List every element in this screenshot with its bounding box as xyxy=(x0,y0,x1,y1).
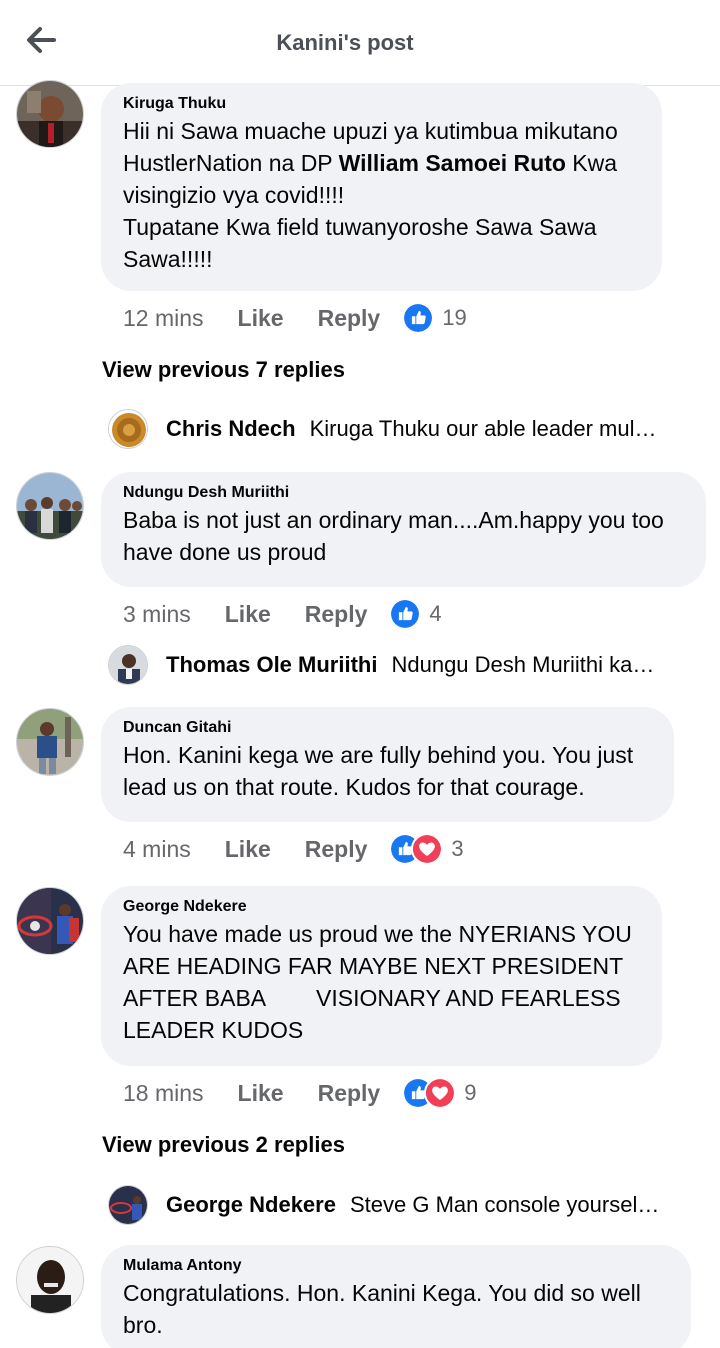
comment-text: Congratulations. Hon. Kanini Kega. You d… xyxy=(123,1280,641,1338)
comment-actions: 4 mins Like Reply 3 xyxy=(123,833,464,865)
reaction-count: 3 xyxy=(451,836,464,861)
comment-time[interactable]: 12 mins xyxy=(123,305,204,332)
love-icon xyxy=(411,833,444,865)
reply-button[interactable]: Reply xyxy=(305,601,368,628)
view-previous-replies[interactable]: View previous 7 replies xyxy=(102,357,345,383)
comment-time[interactable]: 4 mins xyxy=(123,836,191,863)
comment-text: Baba is not just an ordinary man....Am.h… xyxy=(123,507,664,565)
comment-text: Hon. Kanini kega we are fully behind you… xyxy=(123,742,634,800)
collapsed-reply[interactable]: George Ndekere Steve G Man console yours… xyxy=(108,1185,688,1225)
comment-actions: 18 mins Like Reply 9 xyxy=(123,1077,476,1109)
comment-author[interactable]: Mulama Antony xyxy=(123,1257,669,1275)
comment-bubble[interactable]: George Ndekere You have made us proud we… xyxy=(101,886,662,1066)
reply-author[interactable]: Thomas Ole Muriithi xyxy=(166,652,377,678)
love-icon xyxy=(424,1077,457,1109)
top-bar: Kanini's post xyxy=(0,0,720,86)
view-previous-replies[interactable]: View previous 2 replies xyxy=(102,1132,345,1158)
avatar[interactable] xyxy=(16,887,84,955)
avatar[interactable] xyxy=(108,409,148,449)
reply-button[interactable]: Reply xyxy=(318,305,381,332)
comment-author[interactable]: Ndungu Desh Muriithi xyxy=(123,484,684,502)
reply-author[interactable]: Chris Ndech xyxy=(166,416,296,442)
comment-bubble[interactable]: Mulama Antony Congratulations. Hon. Kani… xyxy=(101,1245,691,1348)
collapsed-reply[interactable]: Thomas Ole Muriithi Ndungu Desh Muriithi… xyxy=(108,645,688,685)
reactions-summary[interactable]: 4 xyxy=(389,598,442,630)
avatar[interactable] xyxy=(108,1185,148,1225)
reactions-summary[interactable]: 9 xyxy=(402,1077,476,1109)
reply-preview: Steve G Man console yoursel… xyxy=(349,1192,660,1217)
comment-text: You have made us proud we the NYERIANS Y… xyxy=(123,921,637,1043)
mention-link[interactable]: William Samoei Ruto xyxy=(339,150,566,176)
like-button[interactable]: Like xyxy=(225,836,271,863)
avatar[interactable] xyxy=(16,1246,84,1314)
reaction-count: 19 xyxy=(442,305,467,330)
comment-actions: 3 mins Like Reply 4 xyxy=(123,598,442,630)
reply-preview: Kiruga Thuku our able leader mul… xyxy=(309,416,657,441)
reply-preview: Ndungu Desh Muriithi ka… xyxy=(391,652,655,677)
collapsed-reply[interactable]: Chris Ndech Kiruga Thuku our able leader… xyxy=(108,409,688,449)
comment-bubble[interactable]: Ndungu Desh Muriithi Baba is not just an… xyxy=(101,472,706,587)
comment-author[interactable]: Kiruga Thuku xyxy=(123,95,640,113)
avatar[interactable] xyxy=(16,80,84,148)
reply-author[interactable]: George Ndekere xyxy=(166,1192,336,1218)
avatar[interactable] xyxy=(16,472,84,540)
like-button[interactable]: Like xyxy=(238,305,284,332)
like-icon xyxy=(389,598,422,630)
comment-actions: 12 mins Like Reply 19 xyxy=(123,302,467,334)
comment-author[interactable]: Duncan Gitahi xyxy=(123,719,652,737)
comment-bubble[interactable]: Duncan Gitahi Hon. Kanini kega we are fu… xyxy=(101,707,674,822)
like-icon xyxy=(402,302,435,334)
comment-author[interactable]: George Ndekere xyxy=(123,898,640,916)
reaction-count: 4 xyxy=(429,601,442,626)
comment-time[interactable]: 3 mins xyxy=(123,601,191,628)
avatar[interactable] xyxy=(16,708,84,776)
reactions-summary[interactable]: 3 xyxy=(389,833,464,865)
reactions-summary[interactable]: 19 xyxy=(402,302,467,334)
reply-button[interactable]: Reply xyxy=(318,1080,381,1107)
comment-text: Hii ni Sawa muache upuzi ya kutimbua mik… xyxy=(123,115,640,275)
page-title: Kanini's post xyxy=(276,30,414,55)
reaction-count: 9 xyxy=(464,1080,477,1105)
like-button[interactable]: Like xyxy=(238,1080,284,1107)
comment-bubble[interactable]: Kiruga Thuku Hii ni Sawa muache upuzi ya… xyxy=(101,83,662,291)
reply-button[interactable]: Reply xyxy=(305,836,368,863)
like-button[interactable]: Like xyxy=(225,601,271,628)
avatar[interactable] xyxy=(108,645,148,685)
comment-time[interactable]: 18 mins xyxy=(123,1080,204,1107)
